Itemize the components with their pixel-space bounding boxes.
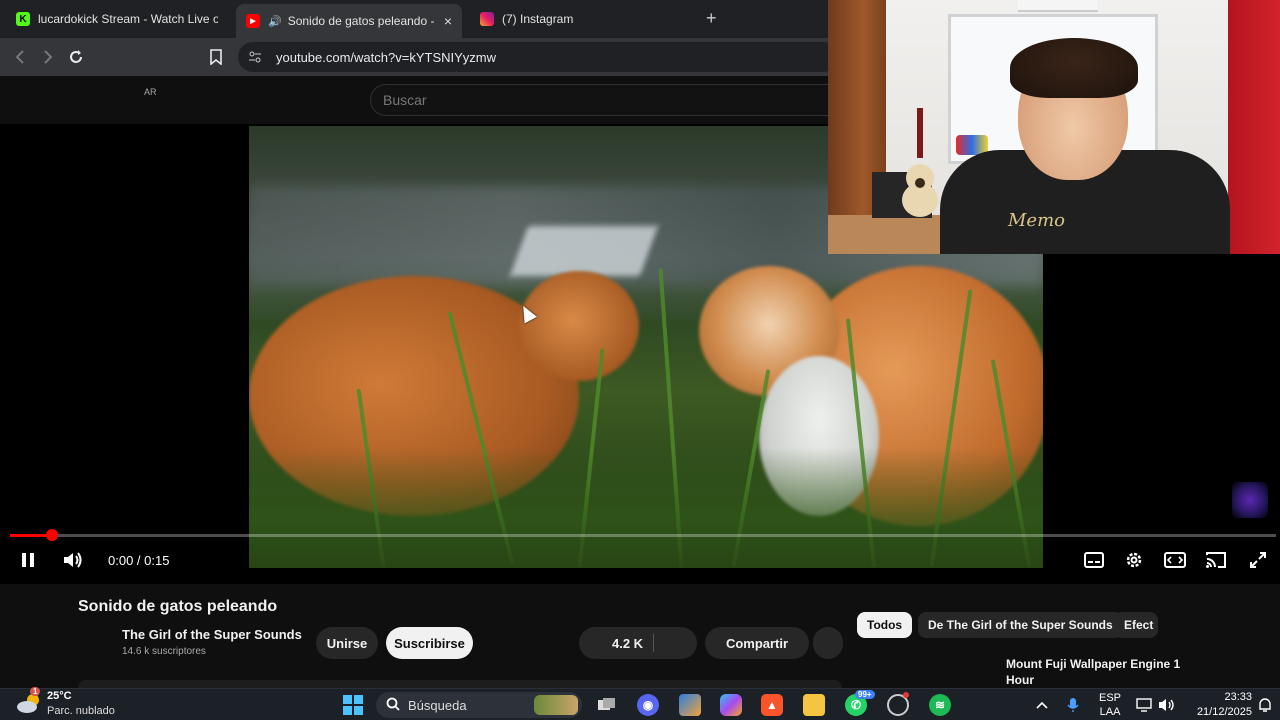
weather-description[interactable]: Parc. nublado — [47, 705, 115, 717]
channel-watermark[interactable] — [1232, 482, 1268, 518]
close-tab-icon[interactable]: × — [436, 13, 452, 29]
forward-button[interactable] — [38, 47, 58, 67]
scrubber-knob[interactable] — [45, 529, 58, 541]
like-button[interactable]: 4.2 K — [579, 627, 697, 659]
theater-mode-button[interactable] — [1163, 548, 1187, 572]
mute-button[interactable] — [60, 548, 86, 572]
app-icon[interactable] — [679, 694, 701, 716]
video-title: Sonido de gatos peleando — [78, 598, 278, 615]
tab-youtube[interactable]: ▶ 🔊 Sonido de gatos peleando - Y × — [236, 4, 462, 38]
video-info: Sonido de gatos peleando The Girl of the… — [0, 584, 1280, 688]
tab-kick[interactable]: K lucardokick Stream - Watch Live on K — [6, 4, 228, 34]
cast-button[interactable] — [1204, 548, 1228, 572]
site-settings-icon[interactable] — [248, 49, 264, 65]
audio-playing-icon[interactable]: 🔊 — [268, 15, 282, 28]
address-bar[interactable]: youtube.com/watch?v=kYTSNIYyzmw — [238, 42, 838, 72]
file-explorer-icon[interactable] — [803, 694, 825, 716]
theater-icon — [1164, 552, 1186, 568]
brave-browser-icon[interactable]: ▲ — [761, 694, 783, 716]
subtitles-button[interactable] — [1082, 548, 1106, 572]
streamer-webcam: Memo — [828, 0, 1280, 254]
instagram-icon — [480, 12, 494, 26]
spotify-icon[interactable]: ≋ — [929, 694, 951, 716]
notifications-icon[interactable] — [1258, 689, 1272, 720]
volume-icon — [64, 552, 82, 568]
share-button[interactable]: Compartir — [705, 627, 809, 659]
reload-icon — [70, 50, 82, 63]
subscriber-count: 14.6 k suscriptores — [122, 646, 206, 657]
weather-temperature[interactable]: 25°C — [47, 690, 72, 702]
search-icon — [386, 697, 400, 714]
join-button[interactable]: Unirse — [316, 627, 378, 659]
more-actions-button[interactable] — [813, 627, 843, 659]
taskbar-search[interactable]: Búsqueda — [376, 692, 582, 718]
back-arrow-icon — [15, 50, 24, 64]
screen: K lucardokick Stream - Watch Live on K ▶… — [0, 0, 1280, 720]
forward-arrow-icon — [44, 50, 53, 64]
subtitles-icon — [1084, 552, 1104, 568]
chip-efect[interactable]: Efect — [1114, 612, 1158, 638]
cast-icon — [1206, 552, 1226, 568]
keyboard-layout: LAA — [1099, 706, 1121, 718]
tray-overflow-icon[interactable] — [1036, 689, 1048, 720]
search-label: Búsqueda — [408, 697, 467, 713]
system-clock[interactable]: 23:33 21/12/2025 — [1190, 690, 1252, 720]
windows-taskbar: 1 25°C Parc. nublado Búsqueda ◉ ▲ ✆ 99+ … — [0, 687, 1280, 720]
tab-instagram[interactable]: (7) Instagram — [470, 4, 690, 34]
network-icon[interactable] — [1136, 689, 1154, 720]
progress-bar[interactable] — [10, 529, 1276, 541]
shirt-logo: Memo — [1008, 210, 1065, 231]
windows-start-icon[interactable] — [342, 694, 364, 716]
back-button[interactable] — [10, 47, 30, 67]
fullscreen-icon — [1250, 552, 1266, 568]
youtube-search-input[interactable]: Buscar — [370, 84, 830, 116]
fullscreen-exit-button[interactable] — [1246, 548, 1270, 572]
copilot-icon[interactable] — [720, 694, 742, 716]
recommendation-title[interactable]: Mount Fuji Wallpaper Engine 1 Hour — [1006, 656, 1186, 687]
bookmark-icon — [210, 49, 222, 65]
discord-icon[interactable]: ◉ — [637, 694, 659, 716]
subscribe-button[interactable]: Suscribirse — [386, 627, 473, 659]
language-indicator[interactable]: ESP LAA — [1099, 689, 1121, 720]
kick-icon: K — [16, 12, 30, 26]
youtube-icon: ▶ — [246, 14, 260, 28]
chip-channel[interactable]: De The Girl of the Super Sounds — [918, 612, 1123, 638]
settings-button[interactable] — [1122, 548, 1146, 572]
channel-name[interactable]: The Girl of the Super Sounds — [122, 627, 302, 642]
clock-time: 23:33 — [1224, 691, 1252, 703]
speaker-icon[interactable] — [1158, 689, 1178, 720]
time-display: 0:00 / 0:15 — [108, 553, 170, 568]
comment-box-edge — [78, 680, 842, 688]
guitar — [902, 108, 938, 217]
new-tab-button[interactable]: + — [706, 8, 717, 29]
gear-icon — [1126, 552, 1142, 568]
search-highlight-icon — [534, 695, 578, 715]
pause-icon — [22, 553, 34, 567]
url-text: youtube.com/watch?v=kYTSNIYyzmw — [276, 49, 496, 65]
microphone-icon[interactable] — [1067, 689, 1079, 720]
recording-dot — [903, 692, 909, 698]
cloudy-weather-icon[interactable] — [16, 692, 42, 716]
chip-todos[interactable]: Todos — [857, 612, 913, 638]
like-count: 4.2 K — [612, 635, 644, 651]
whatsapp-badge: 99+ — [855, 690, 875, 699]
clock-date: 21/12/2025 — [1196, 706, 1252, 718]
language-code: ESP — [1099, 692, 1122, 704]
task-view-icon[interactable] — [596, 694, 618, 716]
bookmark-button[interactable] — [206, 47, 226, 67]
pause-button[interactable] — [16, 548, 40, 572]
reload-button[interactable] — [66, 47, 86, 67]
country-code: AR — [144, 87, 157, 97]
like-dislike-divider — [653, 634, 654, 652]
